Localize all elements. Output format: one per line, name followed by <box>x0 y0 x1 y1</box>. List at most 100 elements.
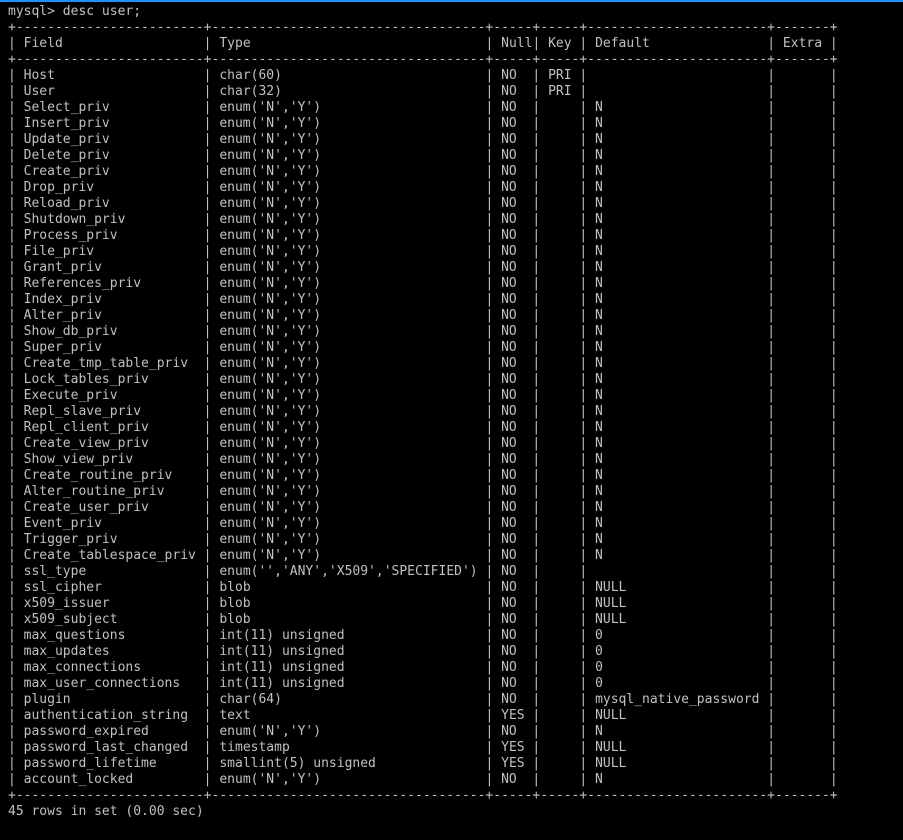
null-cell: NO <box>501 116 517 131</box>
null-cell: NO <box>501 724 517 739</box>
table-row: | password_lifetime | smallint(5) unsign… <box>8 756 838 771</box>
type-cell: char(60) <box>219 68 282 83</box>
type-cell: blob <box>219 612 251 627</box>
field-cell: password_lifetime <box>23 756 157 771</box>
null-cell: NO <box>501 772 517 787</box>
null-cell: NO <box>501 452 517 467</box>
null-cell: NO <box>501 212 517 227</box>
table-row: | x509_subject | blob | NO | | NULL | | <box>8 612 838 627</box>
table-row: | Show_db_priv | enum('N','Y') | NO | | … <box>8 324 838 339</box>
null-cell: NO <box>501 196 517 211</box>
table-row: | authentication_string | text | YES | |… <box>8 708 838 723</box>
default-cell: N <box>595 420 603 435</box>
default-cell: 0 <box>595 676 603 691</box>
table-row: | User | char(32) | NO | PRI | | | <box>8 84 838 99</box>
default-cell: N <box>595 532 603 547</box>
type-cell: enum('N','Y') <box>219 100 322 115</box>
type-cell: enum('N','Y') <box>219 500 322 515</box>
header-null: Null <box>501 36 533 51</box>
null-cell: NO <box>501 132 517 147</box>
field-cell: Alter_routine_priv <box>23 484 165 499</box>
field-cell: Show_view_priv <box>23 452 134 467</box>
default-cell: N <box>595 100 603 115</box>
table-row: | Reload_priv | enum('N','Y') | NO | | N… <box>8 196 838 211</box>
type-cell: int(11) unsigned <box>219 660 345 675</box>
type-cell: enum('N','Y') <box>219 772 322 787</box>
table-row: | Lock_tables_priv | enum('N','Y') | NO … <box>8 372 838 387</box>
terminal-output[interactable]: mysql> desc user; +---------------------… <box>8 4 903 840</box>
field-cell: Grant_priv <box>23 260 102 275</box>
table-row: | max_questions | int(11) unsigned | NO … <box>8 628 838 643</box>
table-border-top: +------------------------+--------------… <box>8 20 838 35</box>
field-cell: password_last_changed <box>23 740 189 755</box>
null-cell: NO <box>501 356 517 371</box>
field-cell: Event_priv <box>23 516 102 531</box>
default-cell: NULL <box>595 612 627 627</box>
table-row: | max_connections | int(11) unsigned | N… <box>8 660 838 675</box>
default-cell: N <box>595 468 603 483</box>
null-cell: NO <box>501 276 517 291</box>
result-summary: 45 rows in set (0.00 sec) <box>8 804 204 819</box>
null-cell: NO <box>501 324 517 339</box>
null-cell: NO <box>501 244 517 259</box>
type-cell: int(11) unsigned <box>219 628 345 643</box>
field-cell: Reload_priv <box>23 196 110 211</box>
table-row: | Select_priv | enum('N','Y') | NO | | N… <box>8 100 838 115</box>
type-cell: enum('N','Y') <box>219 116 322 131</box>
table-row: | max_updates | int(11) unsigned | NO | … <box>8 644 838 659</box>
type-cell: timestamp <box>219 740 290 755</box>
table-row: | Host | char(60) | NO | PRI | | | <box>8 68 838 83</box>
field-cell: x509_issuer <box>23 596 110 611</box>
field-cell: Repl_slave_priv <box>23 404 142 419</box>
null-cell: NO <box>501 628 517 643</box>
default-cell: N <box>595 292 603 307</box>
field-cell: Alter_priv <box>23 308 102 323</box>
field-cell: Super_priv <box>23 340 102 355</box>
default-cell: N <box>595 116 603 131</box>
field-cell: ssl_type <box>23 564 87 579</box>
table-row: | Create_user_priv | enum('N','Y') | NO … <box>8 500 838 515</box>
type-cell: enum('N','Y') <box>219 196 322 211</box>
null-cell: NO <box>501 308 517 323</box>
null-cell: NO <box>501 612 517 627</box>
field-cell: max_connections <box>23 660 142 675</box>
header-extra: Extra <box>782 36 823 51</box>
default-cell: N <box>595 340 603 355</box>
null-cell: NO <box>501 548 517 563</box>
default-cell: N <box>595 180 603 195</box>
field-cell: plugin <box>23 692 71 707</box>
field-cell: password_expired <box>23 724 149 739</box>
field-cell: Create_priv <box>23 164 110 179</box>
default-cell: N <box>595 548 603 563</box>
null-cell: NO <box>501 692 517 707</box>
default-cell: N <box>595 484 603 499</box>
default-cell: N <box>595 372 603 387</box>
null-cell: NO <box>501 564 517 579</box>
type-cell: smallint(5) unsigned <box>219 756 376 771</box>
table-row: | max_user_connections | int(11) unsigne… <box>8 676 838 691</box>
default-cell: N <box>595 132 603 147</box>
table-row: | account_locked | enum('N','Y') | NO | … <box>8 772 838 787</box>
null-cell: NO <box>501 228 517 243</box>
type-cell: enum('N','Y') <box>219 324 322 339</box>
type-cell: enum('N','Y') <box>219 436 322 451</box>
type-cell: enum('N','Y') <box>219 292 322 307</box>
type-cell: int(11) unsigned <box>219 676 345 691</box>
header-field: Field <box>23 36 63 51</box>
table-border-header: +------------------------+--------------… <box>8 52 838 67</box>
window-accent-bar <box>0 0 903 2</box>
type-cell: enum('N','Y') <box>219 468 322 483</box>
field-cell: Create_view_priv <box>23 436 149 451</box>
table-row: | Show_view_priv | enum('N','Y') | NO | … <box>8 452 838 467</box>
default-cell: NULL <box>595 596 627 611</box>
type-cell: enum('N','Y') <box>219 532 322 547</box>
table-row: | Update_priv | enum('N','Y') | NO | | N… <box>8 132 838 147</box>
field-cell: authentication_string <box>23 708 189 723</box>
table-row: | Alter_routine_priv | enum('N','Y') | N… <box>8 484 838 499</box>
null-cell: YES <box>501 708 525 723</box>
field-cell: Trigger_priv <box>23 532 118 547</box>
table-border-bottom: +------------------------+--------------… <box>8 788 838 803</box>
type-cell: enum('N','Y') <box>219 308 322 323</box>
null-cell: NO <box>501 84 517 99</box>
null-cell: NO <box>501 180 517 195</box>
